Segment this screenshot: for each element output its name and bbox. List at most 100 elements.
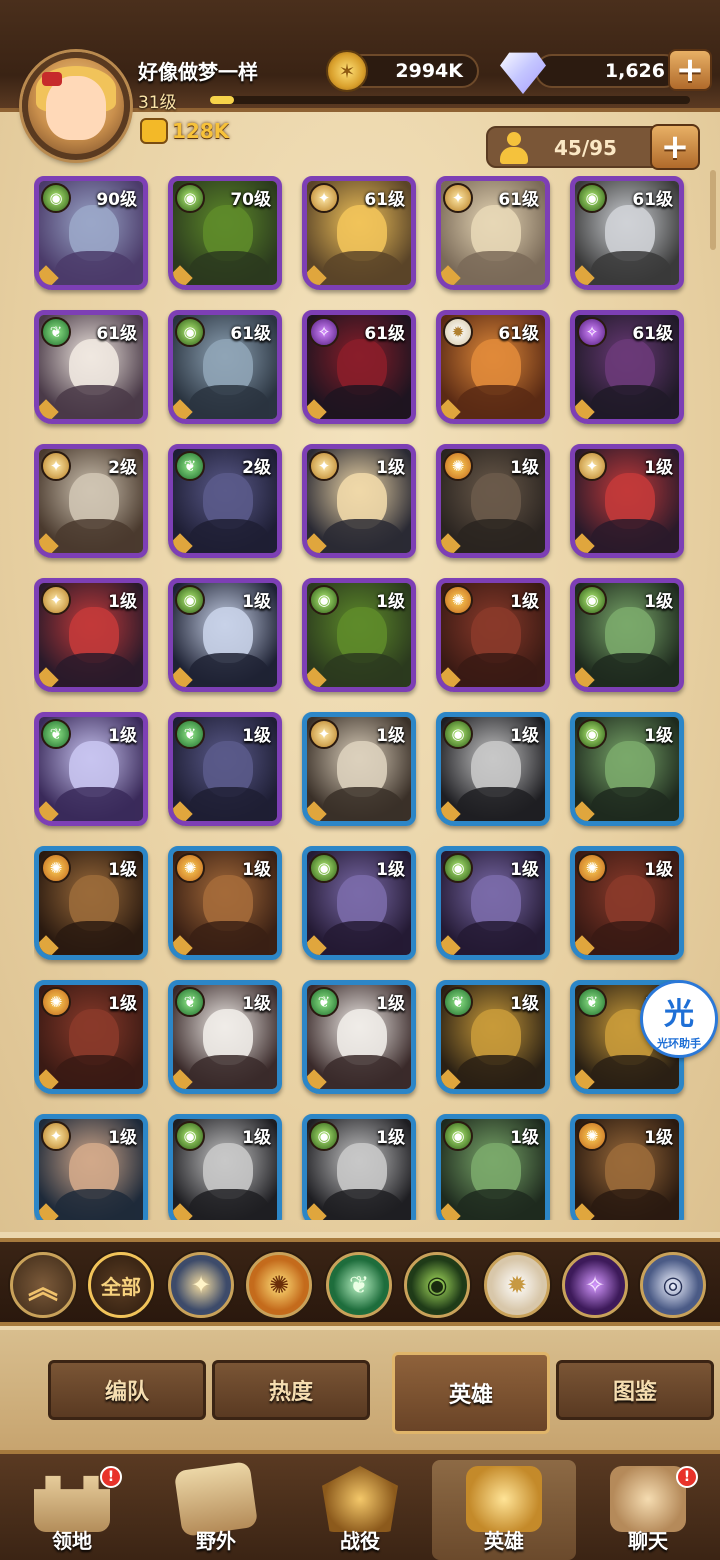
hero-body [457, 519, 537, 553]
hero-card[interactable]: ◉ 1级 [168, 1114, 282, 1220]
hero-card[interactable]: ❦ 1级 [436, 980, 550, 1094]
expand-roster-button[interactable]: + [650, 124, 700, 170]
nav-2[interactable]: 战役 [288, 1460, 432, 1560]
hero-level: 1级 [242, 592, 271, 612]
hero-level: 2级 [242, 458, 271, 478]
hero-level: 1级 [108, 1128, 137, 1148]
hero-card[interactable]: ◉ 1级 [570, 712, 684, 826]
hero-card[interactable]: ✦ 61级 [436, 176, 550, 290]
hero-body [457, 1189, 537, 1220]
filter-mauler-icon[interactable]: ✺ [246, 1252, 312, 1318]
hero-card[interactable]: ◉ 1级 [436, 1114, 550, 1220]
hero-card[interactable]: ✦ 1级 [302, 444, 416, 558]
nav-label: 聊天 [628, 1529, 668, 1553]
hero-card[interactable]: ◉ 70级 [168, 176, 282, 290]
hero-card[interactable]: ◉ 1级 [436, 712, 550, 826]
hero-body [591, 653, 671, 687]
graveborn-faction-icon: ◉ [41, 183, 71, 213]
mauler-faction-icon: ✺ [41, 987, 71, 1017]
hero-card[interactable]: ✺ 1级 [34, 980, 148, 1094]
hero-level: 61级 [632, 190, 673, 210]
hero-card[interactable]: ◉ 90级 [34, 176, 148, 290]
hero-card[interactable]: ◉ 1级 [302, 1114, 416, 1220]
hero-card[interactable]: ✦ 1级 [34, 578, 148, 692]
nav-3[interactable]: 英雄 [432, 1460, 576, 1560]
hero-card[interactable]: ❦ 2级 [168, 444, 282, 558]
nav-4[interactable]: 聊天! [576, 1460, 720, 1560]
tab-0[interactable]: 编队 [48, 1360, 206, 1420]
hero-card[interactable]: ✦ 1级 [570, 444, 684, 558]
wilder-faction-icon: ❦ [309, 987, 339, 1017]
lightbearer-faction-icon: ✦ [41, 1121, 71, 1151]
gold-coin-icon [326, 50, 368, 92]
lightbearer-faction-icon: ✦ [41, 585, 71, 615]
hero-body [457, 787, 537, 821]
tab-1[interactable]: 热度 [212, 1360, 370, 1420]
hero-card[interactable]: ❦ 61级 [34, 310, 148, 424]
filter-hypogean-icon[interactable]: ✧ [562, 1252, 628, 1318]
nav-1[interactable]: 野外 [144, 1460, 288, 1560]
double-chevron-up-icon[interactable]: ︽ [10, 1252, 76, 1318]
hero-card[interactable]: ✺ 1级 [570, 846, 684, 960]
hero-card[interactable]: ✦ 2级 [34, 444, 148, 558]
hero-level: 1级 [242, 860, 271, 880]
tab-2[interactable]: 英雄 [392, 1352, 550, 1434]
hero-level: 1级 [108, 726, 137, 746]
hero-body [591, 385, 671, 419]
hero-card[interactable]: ✺ 1级 [436, 444, 550, 558]
hero-level: 1级 [644, 860, 673, 880]
hero-grid: ◉ 90级 ◉ 70级 ✦ 61级 ✦ 61级 ◉ 61级 ❦ 61级 ◉ 61级 ✧ 61级 ✹ 61级 ✧ 61级… [34, 176, 690, 1220]
hero-card[interactable]: ◉ 1级 [302, 578, 416, 692]
person-icon [500, 132, 528, 164]
hero-card[interactable]: ◉ 61级 [168, 310, 282, 424]
tab-3[interactable]: 图鉴 [556, 1360, 714, 1420]
hero-card[interactable]: ✦ 1级 [302, 712, 416, 826]
hero-body [55, 787, 135, 821]
filter-graveborn-icon[interactable]: ◉ [404, 1252, 470, 1318]
scrollbar[interactable] [710, 170, 716, 250]
hero-level: 1级 [376, 726, 405, 746]
player-avatar[interactable] [22, 52, 130, 160]
filter-dimensional-icon[interactable]: ◎ [640, 1252, 706, 1318]
assistant-glyph: 光 [664, 997, 694, 1032]
filter-all-button[interactable]: 全部 [88, 1252, 154, 1318]
graveborn-faction-icon: ◉ [175, 585, 205, 615]
hero-level: 1级 [376, 1128, 405, 1148]
hero-card[interactable]: ✺ 1级 [570, 1114, 684, 1220]
assistant-floating-button[interactable]: 光 光环助手 [640, 980, 718, 1058]
hero-card[interactable]: ✺ 1级 [34, 846, 148, 960]
hero-card[interactable]: ◉ 1级 [168, 578, 282, 692]
hero-card[interactable]: ✧ 61级 [302, 310, 416, 424]
hero-card[interactable]: ✦ 1级 [34, 1114, 148, 1220]
wilder-faction-icon: ❦ [175, 987, 205, 1017]
lightbearer-faction-icon: ✦ [309, 183, 339, 213]
hero-card[interactable]: ✦ 61级 [302, 176, 416, 290]
add-diamonds-button[interactable]: + [668, 49, 712, 91]
hero-card[interactable]: ❦ 1级 [168, 980, 282, 1094]
filter-lightbearer-icon[interactable]: ✦ [168, 1252, 234, 1318]
hero-card[interactable]: ✺ 1级 [436, 578, 550, 692]
roster-count: 45/95 [554, 136, 617, 160]
player-level: 31级 [138, 93, 177, 113]
hero-card[interactable]: ◉ 61级 [570, 176, 684, 290]
helmet-icon [466, 1466, 542, 1532]
hero-card[interactable]: ◉ 1级 [436, 846, 550, 960]
graveborn-faction-icon: ◉ [175, 317, 205, 347]
nav-label: 战役 [340, 1529, 380, 1553]
wilder-faction-icon: ❦ [41, 317, 71, 347]
hero-card[interactable]: ❦ 1级 [34, 712, 148, 826]
filter-wilder-icon[interactable]: ❦ [326, 1252, 392, 1318]
hero-card[interactable]: ❦ 1级 [168, 712, 282, 826]
hero-body [591, 519, 671, 553]
hero-card[interactable]: ◉ 1级 [570, 578, 684, 692]
filter-celestial-icon[interactable]: ✹ [484, 1252, 550, 1318]
hero-level: 1级 [108, 860, 137, 880]
hero-body [55, 1055, 135, 1089]
nav-0[interactable]: 领地! [0, 1460, 144, 1560]
hero-card[interactable]: ✧ 61级 [570, 310, 684, 424]
hero-body [323, 1189, 403, 1220]
hero-card[interactable]: ✺ 1级 [168, 846, 282, 960]
hero-card[interactable]: ✹ 61级 [436, 310, 550, 424]
hero-card[interactable]: ◉ 1级 [302, 846, 416, 960]
hero-card[interactable]: ❦ 1级 [302, 980, 416, 1094]
